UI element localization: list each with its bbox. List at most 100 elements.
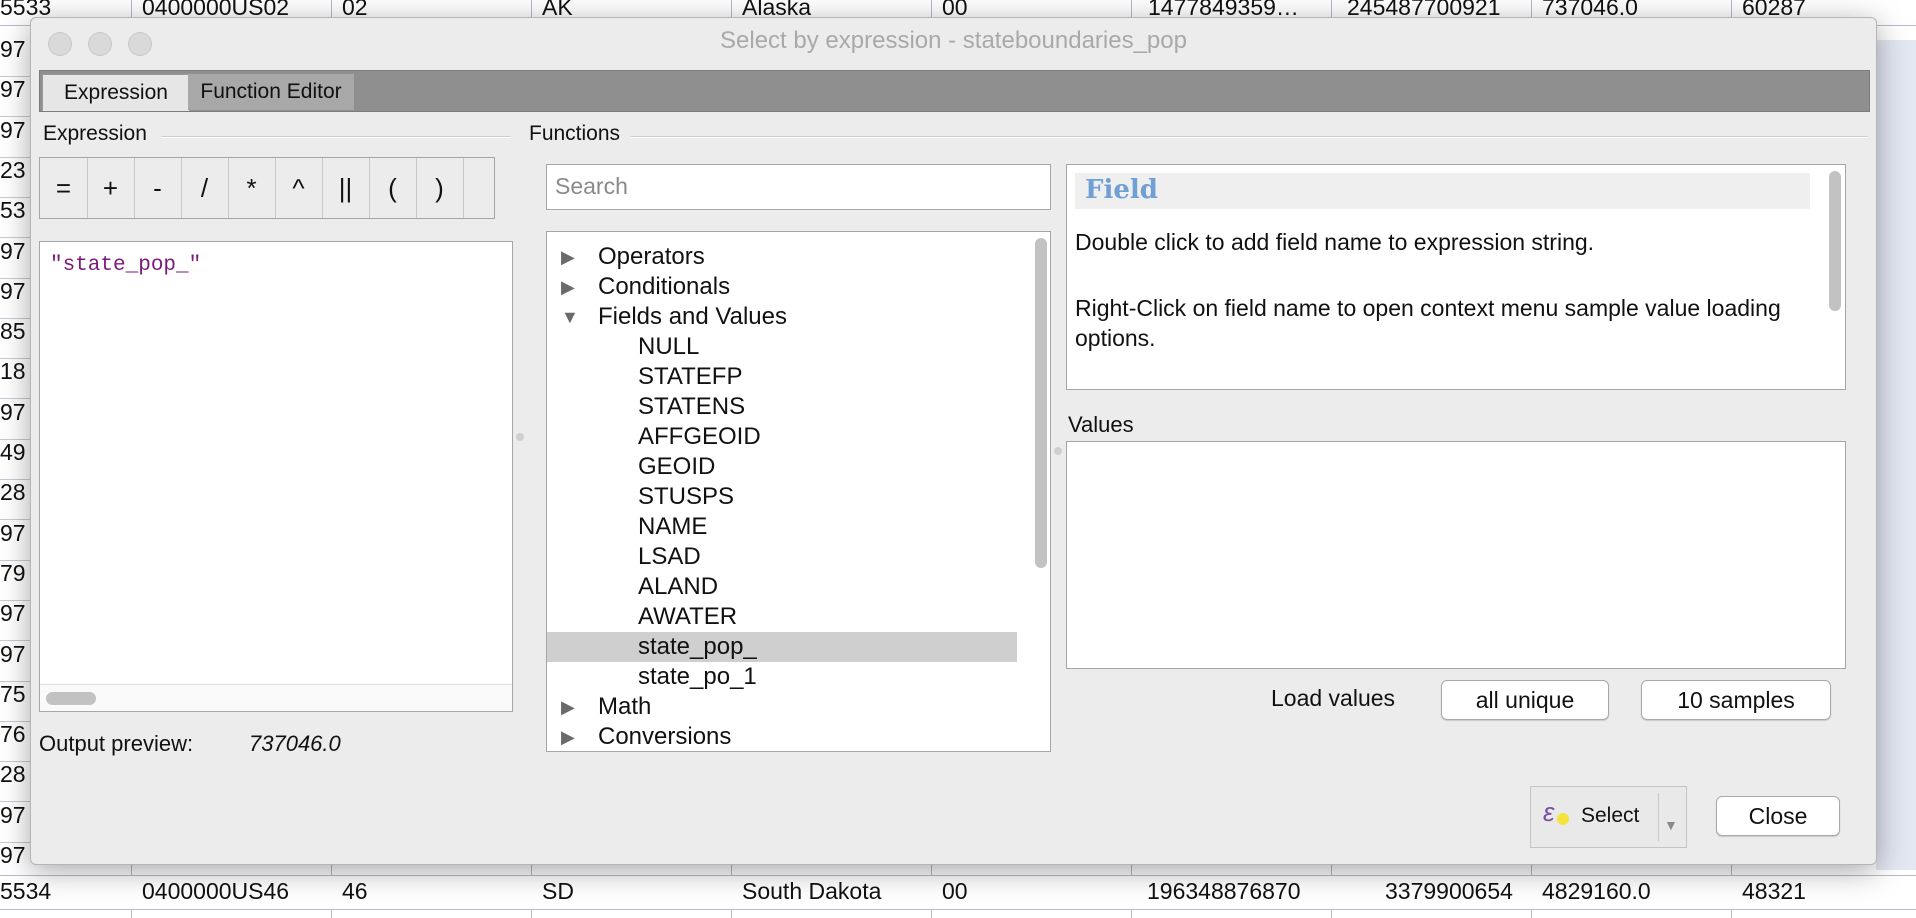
tree-item-label: Conversions xyxy=(598,723,732,750)
tree-item[interactable]: AFFGEOID xyxy=(547,422,1017,452)
tree-item[interactable]: AWATER xyxy=(547,602,1017,632)
minus-button[interactable]: - xyxy=(134,158,182,218)
table-cell: 4829160.0 xyxy=(1542,878,1651,904)
select-label: Select xyxy=(1581,804,1640,827)
help-title: Field xyxy=(1085,175,1158,205)
concat-button[interactable]: || xyxy=(322,158,370,218)
functions-section-label: Functions xyxy=(529,122,621,145)
title-bar[interactable]: Select by expression - stateboundaries_p… xyxy=(31,18,1876,66)
tree-group[interactable]: ▶ Conversions xyxy=(547,722,1017,751)
expression-epsilon-icon: ε xyxy=(1543,797,1555,827)
table-cell: 0400000US46 xyxy=(142,878,290,904)
collapsed-arrow-icon[interactable]: ▶ xyxy=(561,272,575,302)
dropdown-arrow-icon[interactable]: ▼ xyxy=(1664,817,1678,833)
tree-item[interactable]: STATEFP xyxy=(547,362,1017,392)
table-cell: SD xyxy=(542,878,574,904)
splitter-handle[interactable] xyxy=(516,433,524,441)
open-paren-button[interactable]: ( xyxy=(369,158,417,218)
collapsed-arrow-icon[interactable]: ▶ xyxy=(561,692,575,722)
load-values-label: Load values xyxy=(1271,685,1396,711)
table-cell: 5534 xyxy=(0,878,52,904)
tree-item[interactable]: NAME xyxy=(547,512,1017,542)
tree-item-label: NULL xyxy=(638,333,700,360)
ten-samples-button[interactable]: 10 samples xyxy=(1641,680,1831,720)
expression-editor[interactable]: "state_pop_" xyxy=(39,241,513,712)
divider xyxy=(631,136,1868,138)
tree-item-label: Math xyxy=(598,693,652,720)
multiply-button[interactable]: * xyxy=(228,158,276,218)
tree-item[interactable]: LSAD xyxy=(547,542,1017,572)
table-cell: 3379900654 xyxy=(1385,878,1513,904)
equals-button[interactable]: = xyxy=(40,158,88,218)
close-paren-button[interactable]: ) xyxy=(416,158,464,218)
table-cell: 48321 xyxy=(1742,878,1806,904)
tree-item-label: Operators xyxy=(598,243,705,270)
table-cell: South Dakota xyxy=(742,878,882,904)
tab-expression[interactable]: Expression xyxy=(42,74,190,111)
tree-item-label: state_po_1 xyxy=(638,663,757,690)
all-unique-button[interactable]: all unique xyxy=(1441,680,1609,720)
tree-item-label: AFFGEOID xyxy=(638,423,761,450)
tree-group[interactable]: ▶ Operators xyxy=(547,242,1017,272)
power-button[interactable]: ^ xyxy=(275,158,323,218)
tree-item[interactable]: ALAND xyxy=(547,572,1017,602)
table-row[interactable]: 5534 0400000US46 46 SD South Dakota 00 1… xyxy=(0,875,1916,910)
divider xyxy=(1658,793,1659,841)
tree-item-label: GEOID xyxy=(638,453,716,480)
help-scrollbar[interactable] xyxy=(1829,171,1841,311)
tree-item-label: state_pop_ xyxy=(638,633,757,660)
tree-item-label: AWATER xyxy=(638,603,738,630)
help-text: Double click to add field name to expres… xyxy=(1075,229,1595,255)
table-cell: 00 xyxy=(942,878,968,904)
function-help-panel: Field Double click to add field name to … xyxy=(1066,164,1846,390)
search-input[interactable] xyxy=(553,165,1037,207)
tree-group[interactable]: ▶ Math xyxy=(547,692,1017,722)
tree-group[interactable]: ▼ Fields and Values xyxy=(547,302,1017,332)
help-text: Right-Click on field name to open contex… xyxy=(1075,295,1781,351)
tab-function-editor[interactable]: Function Editor xyxy=(188,74,354,110)
tree-item[interactable]: STUSPS xyxy=(547,482,1017,512)
divide-button[interactable]: / xyxy=(181,158,229,218)
output-preview-value: 737046.0 xyxy=(249,731,341,756)
sparkle-icon xyxy=(1557,813,1569,825)
select-by-expression-dialog: Select by expression - stateboundaries_p… xyxy=(30,17,1877,865)
tree-item[interactable]: state_pop_ xyxy=(547,632,1017,662)
collapsed-arrow-icon[interactable]: ▶ xyxy=(561,722,575,751)
tree-item[interactable]: NULL xyxy=(547,332,1017,362)
tree-group[interactable]: ▶ Conditionals xyxy=(547,272,1017,302)
tree-item-label: NAME xyxy=(638,513,708,540)
scroll-thumb[interactable] xyxy=(1035,238,1047,568)
horizontal-scrollbar[interactable] xyxy=(40,684,512,711)
expression-section-label: Expression xyxy=(43,122,147,145)
tree-item-label: Fields and Values xyxy=(598,303,787,330)
tab-bar: Expression Function Editor xyxy=(39,70,1870,112)
operator-toolbar: = + - / * ^ || ( ) xyxy=(39,157,495,219)
function-tree[interactable]: ▶ Operators ▶ Conditionals ▼ Fields and Value… xyxy=(546,231,1051,752)
tree-item[interactable]: state_po_1 xyxy=(547,662,1017,692)
help-header: Field xyxy=(1075,173,1810,209)
scroll-thumb[interactable] xyxy=(46,692,96,705)
tree-item[interactable]: GEOID xyxy=(547,452,1017,482)
table-cell: 196348876870 xyxy=(1147,878,1301,904)
function-search-field[interactable] xyxy=(546,164,1051,210)
values-list[interactable] xyxy=(1066,441,1846,669)
plus-button[interactable]: + xyxy=(87,158,135,218)
vertical-scrollbar[interactable] xyxy=(1032,234,1048,746)
collapsed-arrow-icon[interactable]: ▶ xyxy=(561,242,575,272)
tree-item-label: LSAD xyxy=(638,543,701,570)
tree-item-label: ALAND xyxy=(638,573,719,600)
tree-item-label: Conditionals xyxy=(598,273,731,300)
splitter-handle[interactable] xyxy=(1054,447,1062,455)
table-cell: 46 xyxy=(342,878,368,904)
table-side-strip xyxy=(1876,40,1916,870)
tree-item[interactable]: STATENS xyxy=(547,392,1017,422)
select-button[interactable]: ε Select ▼ xyxy=(1530,786,1687,848)
values-label: Values xyxy=(1068,412,1134,437)
expression-text[interactable]: "state_pop_" xyxy=(50,254,201,277)
expanded-arrow-icon[interactable]: ▼ xyxy=(561,302,579,332)
dialog-title: Select by expression - stateboundaries_p… xyxy=(720,27,1187,54)
divider xyxy=(161,136,511,138)
tree-item-label: STATEFP xyxy=(638,363,743,390)
close-button[interactable]: Close xyxy=(1716,796,1840,836)
tree-item-label: STATENS xyxy=(638,393,746,420)
